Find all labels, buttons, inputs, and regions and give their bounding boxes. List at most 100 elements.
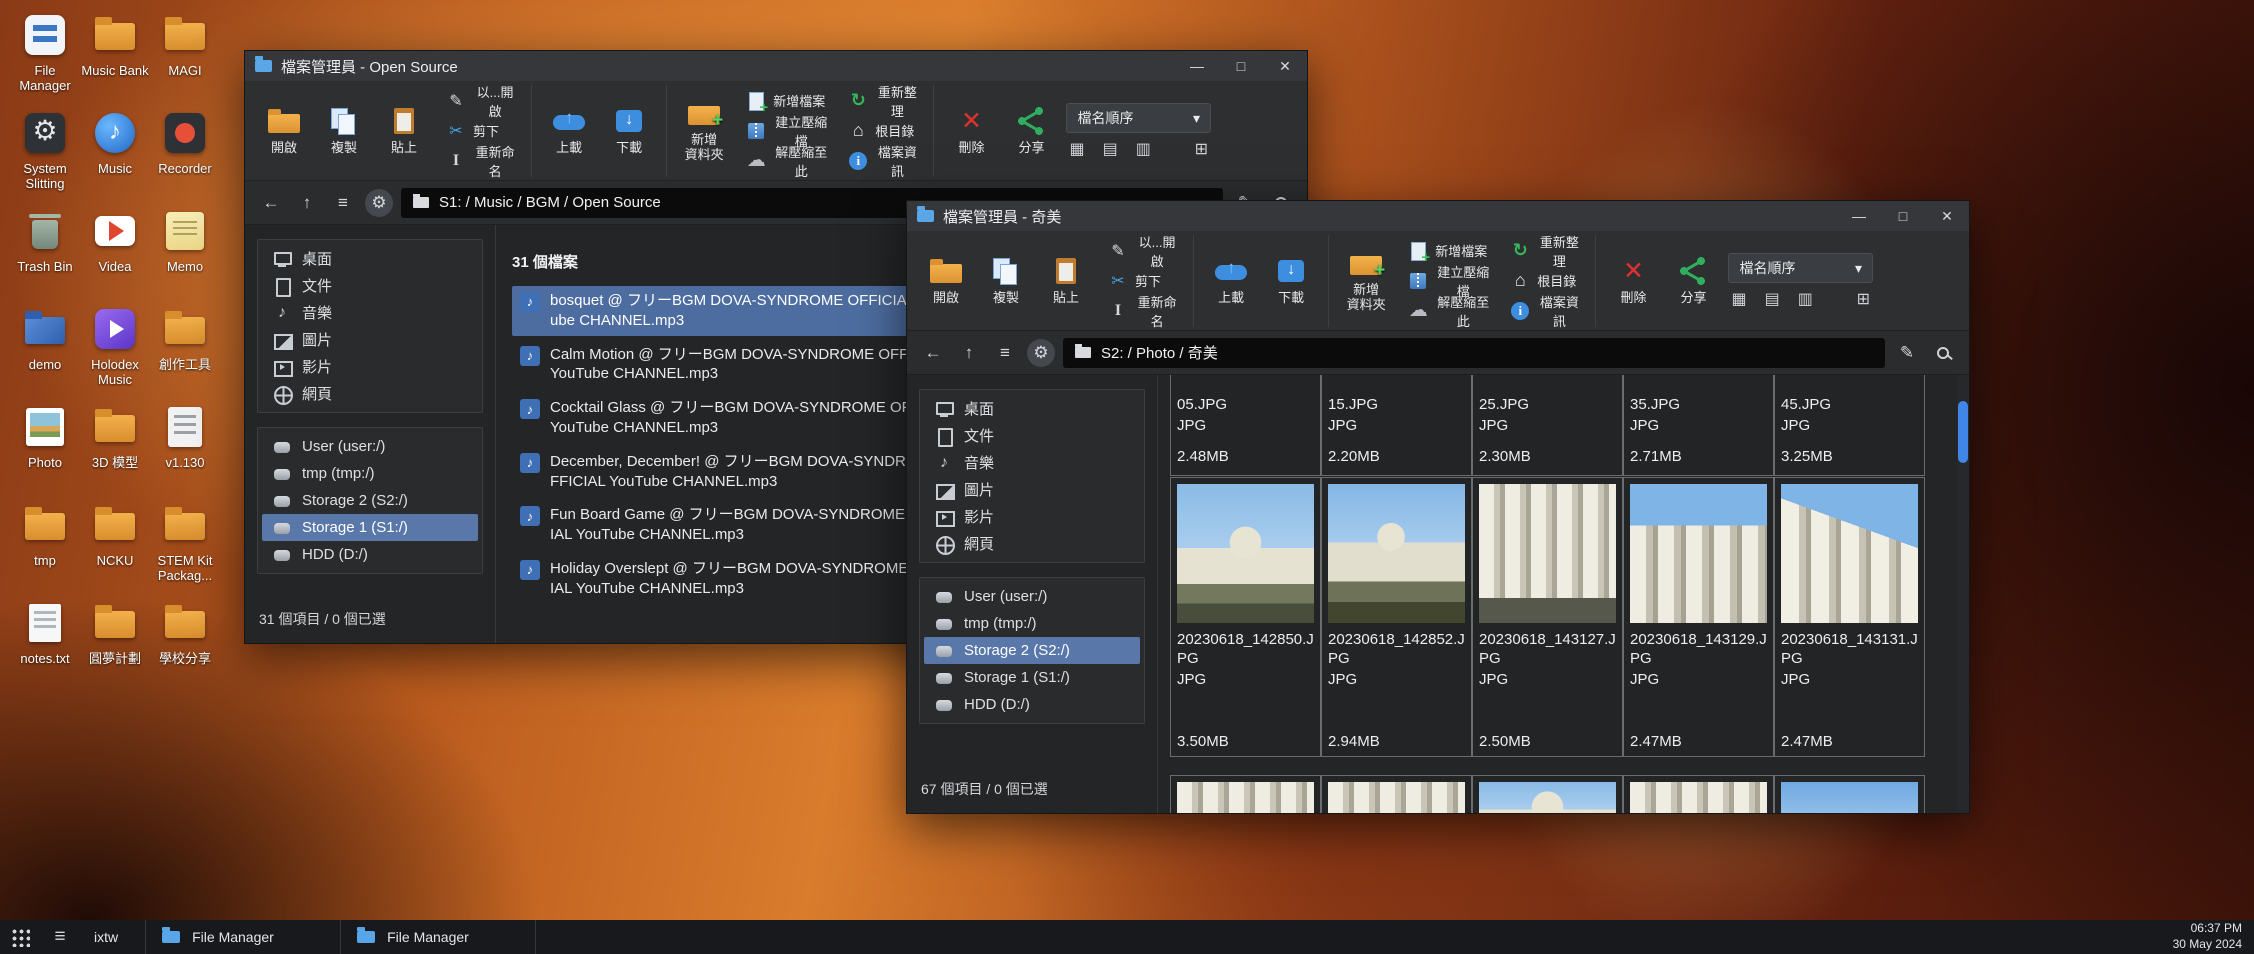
photo-cell[interactable]: 20230618_143131.JPG JPG 2.47MB [1774,477,1925,757]
sidebar-place-item[interactable]: 桌面 [262,245,478,272]
toolbar-button[interactable]: 重新整理 [841,86,925,115]
menu-button[interactable]: ≡ [991,339,1019,367]
desktop-icon[interactable]: Photo [10,398,80,496]
desktop-icon[interactable]: v1.130 [150,398,220,496]
maximize-button[interactable]: □ [1881,201,1925,231]
toolbar-button[interactable]: 分享 [1002,87,1060,175]
toolbar-button[interactable]: 以...開啟 [1101,236,1185,265]
sidebar-place-item[interactable]: 音樂 [262,299,478,326]
toolbar-button[interactable]: 開啟 [917,237,975,325]
desktop-icon[interactable]: 3D 模型 [80,398,150,496]
sidebar-place-item[interactable]: 音樂 [924,449,1140,476]
settings-button[interactable]: ⚙ [365,189,393,217]
toolbar-button[interactable]: 重新命名 [1101,296,1185,325]
toolbar-button[interactable]: 刪除 [942,87,1000,175]
toolbar-button[interactable]: 上載 [1202,237,1260,325]
desktop-icon[interactable]: demo [10,300,80,398]
close-button[interactable]: ✕ [1263,51,1307,81]
sidebar-drive-item[interactable]: Storage 1 (S1:/) [262,514,478,541]
sidebar-place-item[interactable]: 圖片 [262,326,478,353]
sidebar-place-item[interactable]: 文件 [262,272,478,299]
path-field[interactable]: S2: / Photo / 奇美 [1063,338,1885,368]
menu-button[interactable]: ≡ [329,189,357,217]
close-button[interactable]: ✕ [1925,201,1969,231]
desktop-icon[interactable]: 圓夢計劃 [80,594,150,692]
scrollbar-thumb[interactable] [1958,401,1968,463]
back-button[interactable]: ← [257,189,285,217]
toolbar-button[interactable]: 分享 [1664,237,1722,325]
photo-cell[interactable]: 20230618_142852.JPG JPG 2.94MB [1321,477,1472,757]
desktop-icon[interactable]: Recorder [150,104,220,202]
toolbar-button[interactable]: 下載 [600,87,658,175]
toolbar-button[interactable]: 以...開啟 [439,86,523,115]
sort-order-dropdown[interactable]: 檔名順序 ▾ [1728,253,1873,283]
maximize-button[interactable]: □ [1219,51,1263,81]
minimize-button[interactable]: — [1837,201,1881,231]
sidebar-drive-item[interactable]: HDD (D:/) [924,691,1140,718]
sort-order-dropdown[interactable]: 檔名順序 ▾ [1066,103,1211,133]
photo-cell-partial[interactable] [1623,775,1774,813]
desktop-icon[interactable]: MAGI [150,6,220,104]
sidebar-drive-item[interactable]: HDD (D:/) [262,541,478,568]
photo-cell-partial[interactable] [1472,775,1623,813]
sidebar-drive-item[interactable]: User (user:/) [262,433,478,460]
photo-cell-partial[interactable]: 35.JPG JPG 2.71MB [1623,375,1774,476]
toolbar-button[interactable]: 複製 [315,87,373,175]
settings-button[interactable]: ⚙ [1027,339,1055,367]
toolbar-button[interactable]: 解壓縮至此 [739,146,835,175]
desktop-icon[interactable]: System Slitting [10,104,80,202]
photo-cell-partial[interactable] [1774,775,1925,813]
view-mode-button[interactable]: ▦ [1731,292,1746,308]
photo-cell-partial[interactable] [1321,775,1472,813]
view-mode-button[interactable]: ▥ [1136,142,1151,158]
sidebar-drive-item[interactable]: Storage 2 (S2:/) [924,637,1140,664]
photo-cell-partial[interactable] [1170,775,1321,813]
titlebar[interactable]: 檔案管理員 - Open Source — □ ✕ [245,51,1307,81]
view-mode-button[interactable]: ▦ [1069,142,1084,158]
start-button[interactable] [0,920,40,954]
clock[interactable]: 06:37 PM 30 May 2024 [2173,921,2254,952]
desktop-icon[interactable]: Holodex Music [80,300,150,398]
desktop-icon[interactable]: NCKU [80,496,150,594]
photo-cell[interactable]: 20230618_143129.JPG JPG 2.47MB [1623,477,1774,757]
taskbar-window-button[interactable]: File Manager [145,920,341,954]
photo-cell-partial[interactable]: 15.JPG JPG 2.20MB [1321,375,1472,476]
sidebar-place-item[interactable]: 影片 [924,503,1140,530]
view-mode-button[interactable]: ▤ [1765,292,1780,308]
toolbar-button[interactable]: 重新整理 [1503,236,1587,265]
toolbar-button[interactable]: 重新命名 [439,146,523,175]
desktop-icon[interactable]: STEM Kit Packag... [150,496,220,594]
desktop-icon[interactable]: Music Bank [80,6,150,104]
panel-toggle-button[interactable]: ⊞ [1857,292,1870,308]
view-mode-button[interactable]: ▤ [1103,142,1118,158]
desktop-icon[interactable]: File Manager [10,6,80,104]
photo-cell[interactable]: 20230618_143127.JPG JPG 2.50MB [1472,477,1623,757]
photo-cell-partial[interactable]: 05.JPG JPG 2.48MB [1170,375,1321,476]
desktop-icon[interactable]: notes.txt [10,594,80,692]
panel-toggle-button[interactable]: ⊞ [1195,142,1208,158]
toolbar-button[interactable]: 貼上 [1037,237,1095,325]
photo-cell[interactable]: 20230618_142850.JPG JPG 3.50MB [1170,477,1321,757]
sidebar-drive-item[interactable]: User (user:/) [924,583,1140,610]
photo-cell-partial[interactable]: 45.JPG JPG 3.25MB [1774,375,1925,476]
sidebar-place-item[interactable]: 影片 [262,353,478,380]
toolbar-button[interactable]: 複製 [977,237,1035,325]
toolbar-button[interactable]: 下載 [1262,237,1320,325]
up-button[interactable]: ↑ [293,189,321,217]
desktop-icon[interactable]: Music [80,104,150,202]
sidebar-place-item[interactable]: 圖片 [924,476,1140,503]
desktop-icon[interactable]: 創作工具 [150,300,220,398]
sidebar-drive-item[interactable]: tmp (tmp:/) [262,460,478,487]
sidebar-place-item[interactable]: 網頁 [924,530,1140,557]
view-mode-button[interactable]: ▥ [1798,292,1813,308]
photo-cell-partial[interactable]: 25.JPG JPG 2.30MB [1472,375,1623,476]
toolbar-button[interactable]: 刪除 [1604,237,1662,325]
sidebar-drive-item[interactable]: tmp (tmp:/) [924,610,1140,637]
toolbar-button[interactable]: 解壓縮至此 [1401,296,1497,325]
task-view-button[interactable]: ≡ [40,920,80,954]
sidebar-drive-item[interactable]: Storage 2 (S2:/) [262,487,478,514]
desktop-icon[interactable]: Videa [80,202,150,300]
minimize-button[interactable]: — [1175,51,1219,81]
sidebar-place-item[interactable]: 桌面 [924,395,1140,422]
edit-path-button[interactable]: ✎ [1893,339,1921,367]
